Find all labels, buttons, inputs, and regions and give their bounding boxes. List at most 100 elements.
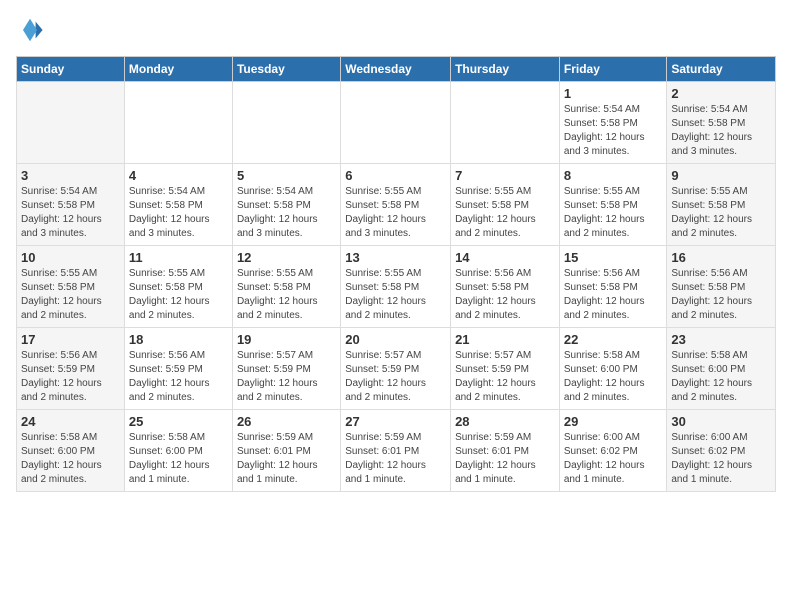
day-number: 17 (21, 332, 120, 347)
weekday-saturday: Saturday (667, 57, 776, 82)
day-number: 19 (237, 332, 336, 347)
calendar-cell: 6 Sunrise: 5:55 AM Sunset: 5:58 PM Daylig… (341, 164, 451, 246)
day-number: 13 (345, 250, 446, 265)
weekday-header-row: SundayMondayTuesdayWednesdayThursdayFrid… (17, 57, 776, 82)
day-info: Sunrise: 5:58 AM Sunset: 6:00 PM Dayligh… (564, 349, 663, 405)
day-info: Sunrise: 5:54 AM Sunset: 5:58 PM Dayligh… (21, 185, 120, 241)
calendar-week-3: 10 Sunrise: 5:55 AM Sunset: 5:58 PM Dayli… (17, 246, 776, 328)
day-number: 3 (21, 168, 120, 183)
day-number: 11 (129, 250, 228, 265)
day-number: 14 (455, 250, 555, 265)
calendar-cell: 30 Sunrise: 6:00 AM Sunset: 6:02 PM Dayli… (667, 410, 776, 492)
day-number: 16 (671, 250, 771, 265)
calendar-cell: 7 Sunrise: 5:55 AM Sunset: 5:58 PM Daylig… (451, 164, 560, 246)
calendar-cell: 27 Sunrise: 5:59 AM Sunset: 6:01 PM Dayli… (341, 410, 451, 492)
calendar-cell: 23 Sunrise: 5:58 AM Sunset: 6:00 PM Dayli… (667, 328, 776, 410)
calendar-cell (124, 82, 232, 164)
day-number: 12 (237, 250, 336, 265)
day-info: Sunrise: 5:58 AM Sunset: 6:00 PM Dayligh… (129, 431, 228, 487)
calendar-cell: 21 Sunrise: 5:57 AM Sunset: 5:59 PM Dayli… (451, 328, 560, 410)
day-info: Sunrise: 5:56 AM Sunset: 5:58 PM Dayligh… (455, 267, 555, 323)
day-info: Sunrise: 6:00 AM Sunset: 6:02 PM Dayligh… (671, 431, 771, 487)
weekday-thursday: Thursday (451, 57, 560, 82)
day-number: 24 (21, 414, 120, 429)
day-info: Sunrise: 5:55 AM Sunset: 5:58 PM Dayligh… (129, 267, 228, 323)
day-number: 1 (564, 86, 663, 101)
day-number: 23 (671, 332, 771, 347)
day-info: Sunrise: 5:55 AM Sunset: 5:58 PM Dayligh… (455, 185, 555, 241)
day-info: Sunrise: 5:57 AM Sunset: 5:59 PM Dayligh… (455, 349, 555, 405)
calendar-cell (232, 82, 340, 164)
day-info: Sunrise: 5:55 AM Sunset: 5:58 PM Dayligh… (345, 185, 446, 241)
calendar-cell: 15 Sunrise: 5:56 AM Sunset: 5:58 PM Dayli… (559, 246, 667, 328)
day-info: Sunrise: 5:58 AM Sunset: 6:00 PM Dayligh… (21, 431, 120, 487)
calendar-week-2: 3 Sunrise: 5:54 AM Sunset: 5:58 PM Daylig… (17, 164, 776, 246)
day-number: 5 (237, 168, 336, 183)
calendar-week-4: 17 Sunrise: 5:56 AM Sunset: 5:59 PM Dayli… (17, 328, 776, 410)
day-info: Sunrise: 5:57 AM Sunset: 5:59 PM Dayligh… (237, 349, 336, 405)
day-info: Sunrise: 5:56 AM Sunset: 5:59 PM Dayligh… (21, 349, 120, 405)
page-header (16, 16, 776, 44)
calendar-cell: 18 Sunrise: 5:56 AM Sunset: 5:59 PM Dayli… (124, 328, 232, 410)
day-number: 27 (345, 414, 446, 429)
day-number: 25 (129, 414, 228, 429)
calendar-cell (17, 82, 125, 164)
calendar-cell: 17 Sunrise: 5:56 AM Sunset: 5:59 PM Dayli… (17, 328, 125, 410)
day-number: 15 (564, 250, 663, 265)
calendar-cell: 22 Sunrise: 5:58 AM Sunset: 6:00 PM Dayli… (559, 328, 667, 410)
day-info: Sunrise: 5:54 AM Sunset: 5:58 PM Dayligh… (671, 103, 771, 159)
day-number: 9 (671, 168, 771, 183)
calendar-cell: 14 Sunrise: 5:56 AM Sunset: 5:58 PM Dayli… (451, 246, 560, 328)
calendar-cell: 25 Sunrise: 5:58 AM Sunset: 6:00 PM Dayli… (124, 410, 232, 492)
day-number: 4 (129, 168, 228, 183)
day-info: Sunrise: 5:54 AM Sunset: 5:58 PM Dayligh… (564, 103, 663, 159)
day-number: 7 (455, 168, 555, 183)
calendar-cell: 16 Sunrise: 5:56 AM Sunset: 5:58 PM Dayli… (667, 246, 776, 328)
day-info: Sunrise: 5:55 AM Sunset: 5:58 PM Dayligh… (237, 267, 336, 323)
weekday-friday: Friday (559, 57, 667, 82)
day-info: Sunrise: 5:56 AM Sunset: 5:59 PM Dayligh… (129, 349, 228, 405)
calendar-cell: 9 Sunrise: 5:55 AM Sunset: 5:58 PM Daylig… (667, 164, 776, 246)
day-number: 8 (564, 168, 663, 183)
day-info: Sunrise: 5:55 AM Sunset: 5:58 PM Dayligh… (671, 185, 771, 241)
weekday-tuesday: Tuesday (232, 57, 340, 82)
calendar-body: 1 Sunrise: 5:54 AM Sunset: 5:58 PM Daylig… (17, 82, 776, 492)
calendar-cell: 5 Sunrise: 5:54 AM Sunset: 5:58 PM Daylig… (232, 164, 340, 246)
weekday-wednesday: Wednesday (341, 57, 451, 82)
calendar-cell: 24 Sunrise: 5:58 AM Sunset: 6:00 PM Dayli… (17, 410, 125, 492)
day-number: 18 (129, 332, 228, 347)
day-number: 2 (671, 86, 771, 101)
calendar-cell: 2 Sunrise: 5:54 AM Sunset: 5:58 PM Daylig… (667, 82, 776, 164)
day-number: 10 (21, 250, 120, 265)
day-number: 22 (564, 332, 663, 347)
day-info: Sunrise: 5:57 AM Sunset: 5:59 PM Dayligh… (345, 349, 446, 405)
day-info: Sunrise: 5:56 AM Sunset: 5:58 PM Dayligh… (564, 267, 663, 323)
day-info: Sunrise: 5:59 AM Sunset: 6:01 PM Dayligh… (237, 431, 336, 487)
day-number: 30 (671, 414, 771, 429)
day-number: 28 (455, 414, 555, 429)
weekday-sunday: Sunday (17, 57, 125, 82)
calendar-cell: 10Sunrise: 5:55 AM Sunset: 5:58 PM Dayli… (17, 246, 125, 328)
calendar-cell: 4 Sunrise: 5:54 AM Sunset: 5:58 PM Daylig… (124, 164, 232, 246)
calendar-week-5: 24 Sunrise: 5:58 AM Sunset: 6:00 PM Dayli… (17, 410, 776, 492)
day-info: Sunrise: 5:59 AM Sunset: 6:01 PM Dayligh… (455, 431, 555, 487)
day-number: 6 (345, 168, 446, 183)
day-number: 21 (455, 332, 555, 347)
day-info: Sunrise: 5:59 AM Sunset: 6:01 PM Dayligh… (345, 431, 446, 487)
logo-icon (16, 16, 44, 44)
day-info: Sunrise: 5:54 AM Sunset: 5:58 PM Dayligh… (237, 185, 336, 241)
day-number: 20 (345, 332, 446, 347)
day-info: Sunrise: 5:56 AM Sunset: 5:58 PM Dayligh… (671, 267, 771, 323)
weekday-monday: Monday (124, 57, 232, 82)
calendar-cell: 1 Sunrise: 5:54 AM Sunset: 5:58 PM Daylig… (559, 82, 667, 164)
day-info: Sunrise: 5:55 AM Sunset: 5:58 PM Dayligh… (564, 185, 663, 241)
calendar-cell: 26Sunrise: 5:59 AM Sunset: 6:01 PM Dayli… (232, 410, 340, 492)
day-info: Sunrise: 6:00 AM Sunset: 6:02 PM Dayligh… (564, 431, 663, 487)
calendar-cell: 29Sunrise: 6:00 AM Sunset: 6:02 PM Dayli… (559, 410, 667, 492)
day-info: Sunrise: 5:58 AM Sunset: 6:00 PM Dayligh… (671, 349, 771, 405)
calendar-cell (341, 82, 451, 164)
calendar-table: SundayMondayTuesdayWednesdayThursdayFrid… (16, 56, 776, 492)
day-info: Sunrise: 5:55 AM Sunset: 5:58 PM Dayligh… (345, 267, 446, 323)
calendar-cell: 28 Sunrise: 5:59 AM Sunset: 6:01 PM Dayli… (451, 410, 560, 492)
day-info: Sunrise: 5:54 AM Sunset: 5:58 PM Dayligh… (129, 185, 228, 241)
